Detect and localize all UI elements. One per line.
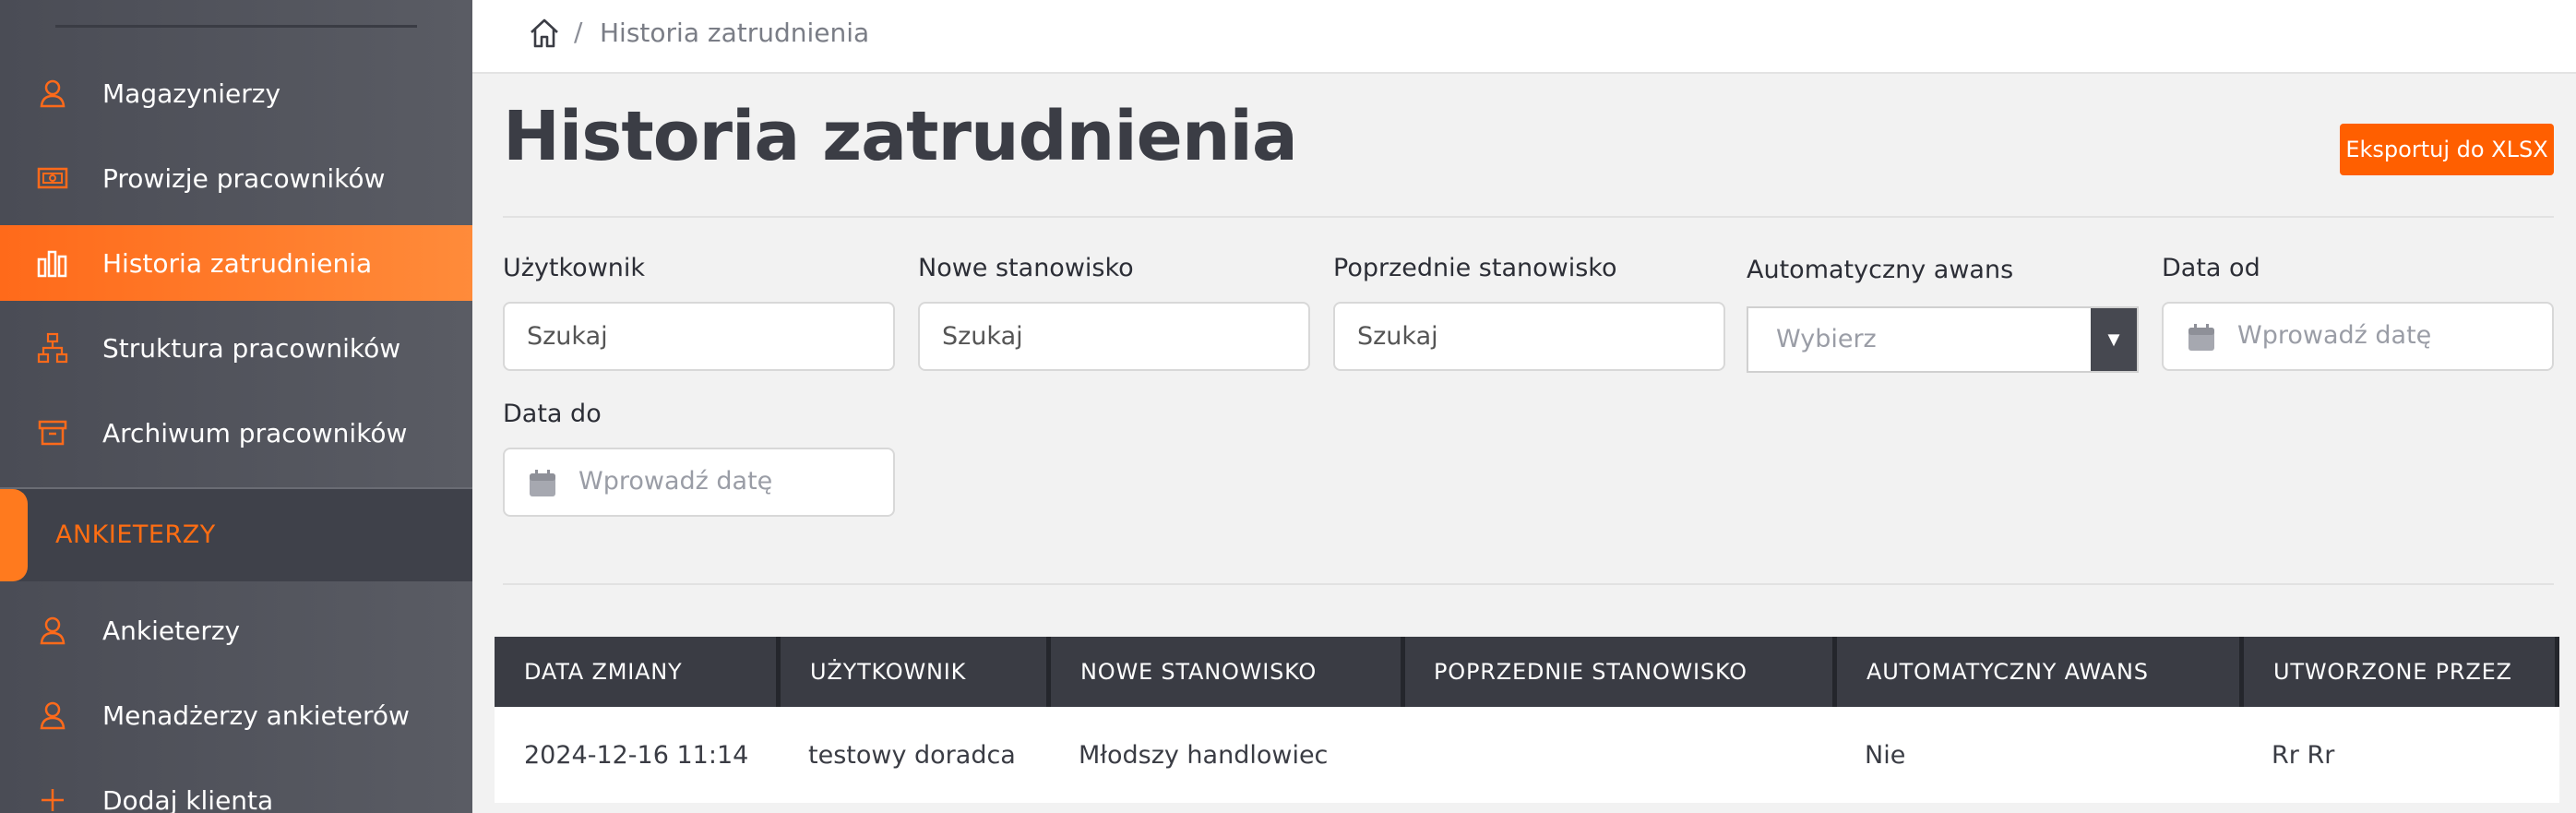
- money-icon: [35, 161, 70, 196]
- sidebar-divider: [55, 25, 417, 28]
- filter-label-prev-position: Poprzednie stanowisko: [1333, 254, 1617, 282]
- table-header: DATA ZMIANY UŻYTKOWNIK NOWE STANOWISKO P…: [495, 637, 2559, 707]
- filter-label-user: Użytkownik: [503, 254, 646, 282]
- sidebar-item-menadzerzy[interactable]: Menadżerzy ankieterów: [0, 677, 472, 753]
- section-accent-bar: [0, 489, 28, 581]
- table-cell: testowy doradca: [808, 740, 1016, 770]
- filter-label-date-to: Data do: [503, 400, 602, 428]
- sidebar-item-label: Menadżerzy ankieterów: [102, 699, 410, 731]
- filter-label-new-position: Nowe stanowisko: [918, 254, 1134, 282]
- date-from-placeholder: Wprowadź datę: [2237, 321, 2432, 350]
- select-value: Wybierz: [1776, 325, 1877, 353]
- new-position-search-input[interactable]: Szukaj: [918, 302, 1310, 371]
- sidebar-item-ankieterzy[interactable]: Ankieterzy: [0, 592, 472, 668]
- archive-icon: [35, 415, 70, 450]
- sidebar-item-label: Ankieterzy: [102, 615, 241, 646]
- date-to-input[interactable]: Wprowadź datę: [503, 448, 895, 517]
- user-icon: [35, 698, 70, 733]
- date-to-placeholder: Wprowadź datę: [578, 467, 773, 496]
- breadcrumb: Historia zatrudnienia: [600, 18, 870, 48]
- filter-label-date-from: Data od: [2162, 254, 2260, 282]
- user-icon: [35, 76, 70, 111]
- org-chart-icon: [35, 330, 70, 365]
- sidebar-item-archiwum[interactable]: Archiwum pracowników: [0, 395, 472, 471]
- sidebar-item-label: Historia zatrudnienia: [102, 247, 373, 279]
- column-divider: [2555, 637, 2559, 707]
- plus-icon: [35, 783, 70, 813]
- calendar-icon: [527, 468, 558, 499]
- sidebar-section-ankieterzy[interactable]: ANKIETERZY: [0, 489, 472, 581]
- sidebar-item-prowizje[interactable]: Prowizje pracowników: [0, 140, 472, 216]
- sidebar-item-dodaj-klienta[interactable]: Dodaj klienta: [0, 762, 472, 813]
- table-cell: 2024-12-16 11:14: [524, 740, 749, 770]
- sidebar-item-label: Struktura pracowników: [102, 332, 401, 364]
- sidebar: Magazynierzy Prowizje pracowników Histor…: [0, 0, 472, 813]
- column-header[interactable]: AUTOMATYCZNY AWANS: [1866, 637, 2149, 707]
- sidebar-item-label: Magazynierzy: [102, 78, 281, 109]
- divider: [503, 216, 2554, 218]
- filter-label-auto-promo: Automatyczny awans: [1747, 256, 2014, 284]
- column-header[interactable]: NOWE STANOWISKO: [1080, 637, 1317, 707]
- user-search-input[interactable]: Szukaj: [503, 302, 895, 371]
- page-title: Historia zatrudnienia: [503, 97, 1298, 176]
- column-header[interactable]: DATA ZMIANY: [524, 637, 683, 707]
- column-header[interactable]: UTWORZONE PRZEZ: [2273, 637, 2512, 707]
- export-xlsx-button[interactable]: Eksportuj do XLSX: [2340, 124, 2554, 175]
- column-divider: [776, 637, 781, 707]
- column-divider: [2239, 637, 2244, 707]
- column-divider: [1832, 637, 1837, 707]
- divider: [503, 583, 2554, 585]
- table-row[interactable]: 2024-12-16 11:14 testowy doradca Młodszy…: [495, 707, 2559, 803]
- table-cell: Młodszy handlowiec: [1079, 740, 1329, 770]
- sidebar-item-label: Archiwum pracowników: [102, 417, 408, 448]
- sidebar-item-label: Prowizje pracowników: [102, 162, 386, 194]
- calendar-icon: [2186, 322, 2217, 353]
- table-cell: Rr Rr: [2272, 740, 2335, 770]
- sidebar-item-historia[interactable]: Historia zatrudnienia: [0, 225, 472, 301]
- column-header[interactable]: UŻYTKOWNIK: [810, 637, 966, 707]
- breadcrumb-separator: /: [574, 17, 583, 47]
- date-from-input[interactable]: Wprowadź datę: [2162, 302, 2554, 371]
- bar-chart-icon: [35, 245, 70, 281]
- table-cell: Nie: [1865, 740, 1906, 770]
- section-header-label: ANKIETERZY: [55, 520, 216, 549]
- sidebar-item-magazynierzy[interactable]: Magazynierzy: [0, 55, 472, 131]
- user-icon: [35, 613, 70, 648]
- sidebar-item-label: Dodaj klienta: [102, 784, 274, 813]
- column-divider: [1046, 637, 1051, 707]
- prev-position-search-input[interactable]: Szukaj: [1333, 302, 1725, 371]
- auto-promo-select[interactable]: Wybierz ▼: [1747, 306, 2139, 373]
- column-divider: [1401, 637, 1405, 707]
- home-icon[interactable]: [528, 17, 561, 50]
- topbar: / Historia zatrudnienia: [472, 0, 2576, 74]
- column-header[interactable]: POPRZEDNIE STANOWISKO: [1434, 637, 1747, 707]
- chevron-down-icon[interactable]: ▼: [2091, 308, 2137, 371]
- sidebar-item-struktura[interactable]: Struktura pracowników: [0, 310, 472, 386]
